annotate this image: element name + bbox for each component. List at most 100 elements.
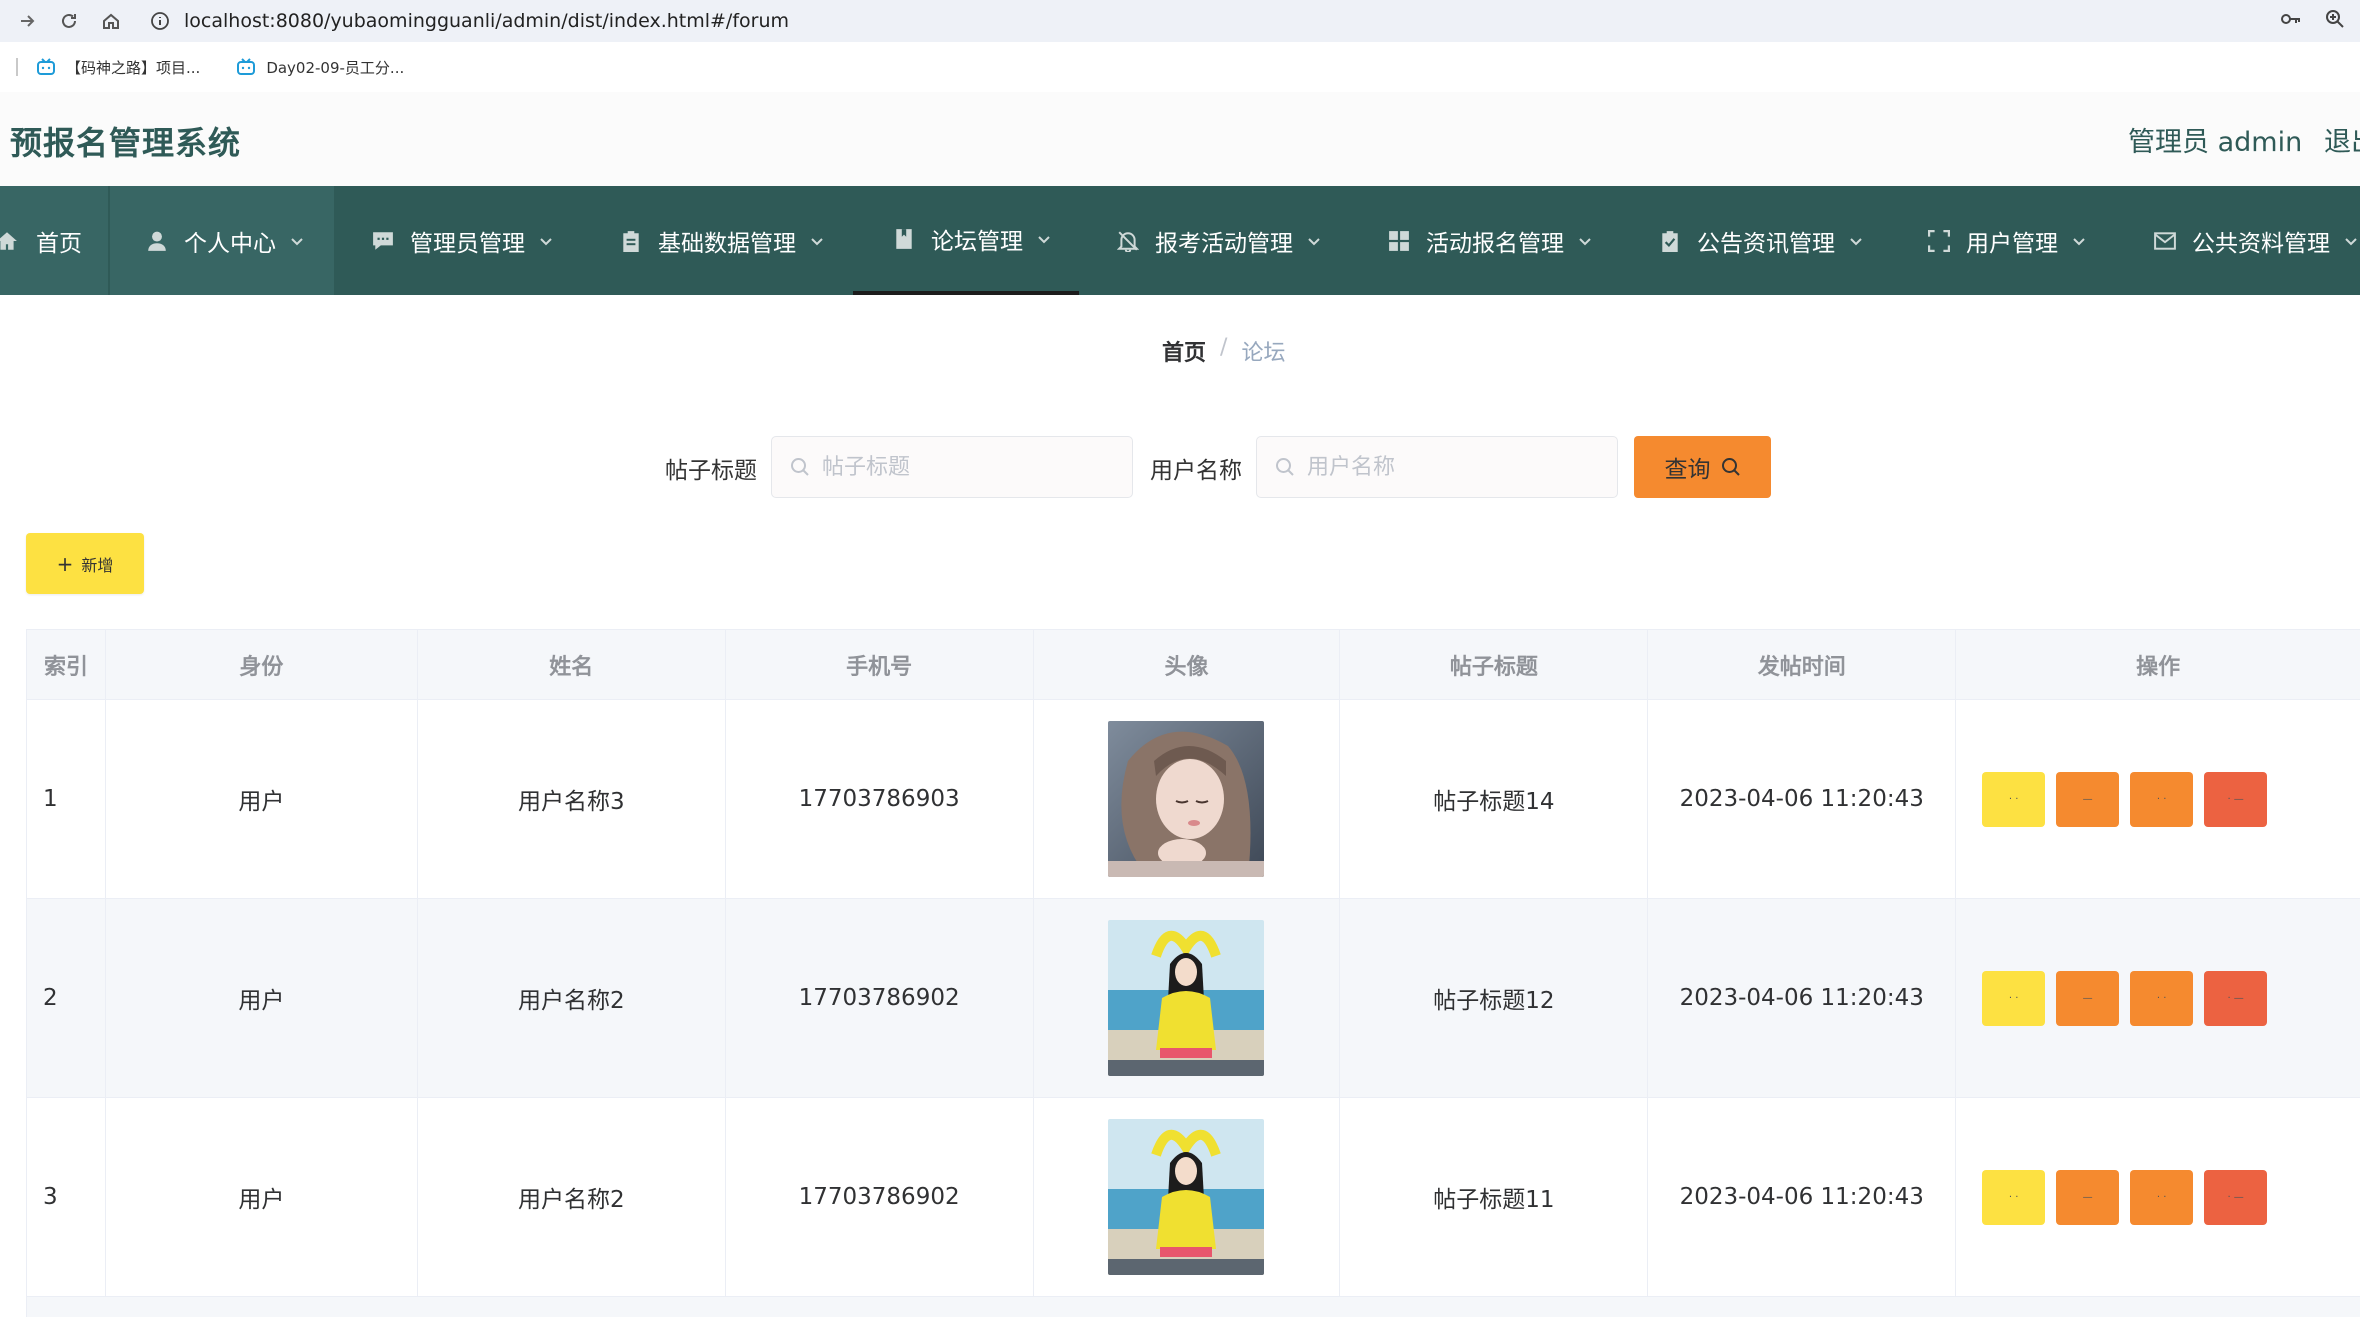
row-index: 1 — [27, 700, 106, 899]
search-icon — [1721, 458, 1740, 476]
avatar[interactable] — [1108, 920, 1265, 1076]
row-phone: 17703786903 — [725, 700, 1034, 899]
plus-icon: + — [56, 551, 74, 576]
search-icon — [1276, 458, 1294, 476]
column-header[interactable]: 头像 — [1033, 630, 1341, 700]
chevron-down-icon — [291, 237, 303, 245]
menu-item-announcements[interactable]: 公告资讯管理 — [1659, 186, 1863, 295]
breadcrumb-home[interactable]: 首页 — [1162, 335, 1206, 367]
menu-item-home[interactable]: 首页 — [0, 186, 108, 295]
column-header[interactable]: 帖子标题 — [1340, 630, 1649, 700]
user-search-field[interactable] — [1256, 436, 1618, 498]
view-replies-button[interactable]: · · — [2130, 1169, 2194, 1225]
checklist-icon — [1662, 230, 1678, 252]
table-header: 索引 身份 姓名 手机号 头像 帖子标题 发帖时间 操作 — [27, 630, 2360, 700]
delete-button[interactable]: · — — [2204, 970, 2268, 1026]
row-post-title: 帖子标题11 — [1340, 1098, 1649, 1297]
edit-button[interactable]: — — [2056, 970, 2120, 1026]
menu-item-label: 基础数据管理 — [658, 230, 796, 257]
bilibili-icon — [37, 58, 55, 75]
column-header[interactable]: 姓名 — [417, 630, 726, 700]
user-search-input[interactable] — [1307, 454, 1587, 480]
row-phone: 17703786902 — [725, 1098, 1034, 1297]
forum-table: 索引 身份 姓名 手机号 头像 帖子标题 发帖时间 操作 1 用户 用户名称3 … — [26, 629, 2360, 1317]
title-search-input[interactable] — [822, 454, 1102, 480]
column-header[interactable]: 发帖时间 — [1648, 630, 1957, 700]
menu-item-base-data[interactable]: 基础数据管理 — [620, 186, 824, 295]
table-row[interactable]: 1 用户 用户名称3 17703786903 帖子标题14 2023-04-06… — [27, 700, 2360, 899]
mail-icon — [2154, 231, 2176, 250]
menu-item-public-resources[interactable]: 公共资料管理 — [2154, 186, 2358, 295]
breadcrumb: 首页 / 论坛 — [1162, 335, 1285, 367]
row-post-title: 帖子标题12 — [1340, 899, 1649, 1098]
top-nav-menu: 首页 个人中心 管理员管理 基础数据管理 论坛管理 报考活动管理 活动报名管理 … — [0, 186, 2360, 295]
menu-item-forum[interactable]: 论坛管理 — [853, 186, 1079, 295]
detail-button[interactable]: · · — [1982, 970, 2046, 1026]
row-index: 2 — [27, 899, 106, 1098]
row-name: 用户名称2 — [417, 899, 726, 1098]
reload-icon[interactable] — [54, 6, 84, 36]
zoom-icon[interactable] — [2324, 8, 2346, 30]
search-icon — [791, 458, 809, 476]
menu-item-activity-signup[interactable]: 活动报名管理 — [1388, 186, 1592, 295]
detail-button[interactable]: · · — [1982, 1169, 2046, 1225]
chevron-down-icon — [1038, 235, 1050, 243]
row-index: 3 — [27, 1098, 106, 1297]
table-row[interactable]: 2 用户 用户名称2 17703786902 帖子标题12 2023-04-06… — [27, 899, 2360, 1098]
chevron-down-icon — [811, 237, 823, 245]
logout-button[interactable]: 退出 — [2324, 120, 2360, 159]
menu-item-label: 论坛管理 — [931, 228, 1023, 255]
chevron-down-icon — [1579, 237, 1591, 245]
edit-button[interactable]: — — [2056, 1169, 2120, 1225]
address-bar[interactable]: localhost:8080/yubaomingguanli/admin/dis… — [150, 4, 2210, 38]
menu-item-label: 管理员管理 — [410, 230, 525, 257]
bookmark-item[interactable]: 【码神之路】项目... — [36, 57, 200, 78]
grid-icon — [1389, 230, 1409, 251]
row-post-time: 2023-04-06 11:20:43 — [1648, 1098, 1957, 1297]
menu-item-exam-activity[interactable]: 报考活动管理 — [1117, 186, 1321, 295]
detail-button[interactable]: · · — [1982, 771, 2046, 827]
beach-photo — [1108, 1119, 1265, 1275]
row-post-time: 2023-04-06 11:20:43 — [1648, 899, 1957, 1098]
title-search-field[interactable] — [771, 436, 1133, 498]
bookmark-item[interactable]: Day02-09-员工分... — [236, 57, 404, 78]
column-header[interactable]: 身份 — [105, 630, 418, 700]
view-replies-button[interactable]: · · — [2130, 970, 2194, 1026]
menu-item-label: 报考活动管理 — [1155, 230, 1293, 257]
delete-button[interactable]: · — — [2204, 1169, 2268, 1225]
avatar[interactable] — [1108, 1119, 1265, 1275]
row-role: 用户 — [105, 899, 418, 1098]
row-name: 用户名称3 — [417, 700, 726, 899]
home-icon[interactable] — [96, 6, 126, 36]
bookmarks-divider — [16, 58, 18, 76]
chat-icon — [373, 231, 393, 250]
menu-item-label: 首页 — [36, 230, 82, 257]
delete-button[interactable]: · — — [2204, 771, 2268, 827]
avatar[interactable] — [1108, 721, 1265, 877]
add-button[interactable]: + 新增 — [26, 533, 144, 594]
title-search-label: 帖子标题 — [665, 458, 757, 484]
column-header[interactable]: 手机号 — [725, 630, 1034, 700]
column-header[interactable]: 索引 — [27, 630, 106, 700]
query-button[interactable]: 查询 — [1634, 436, 1771, 498]
column-header[interactable]: 操作 — [1956, 630, 2360, 700]
forward-icon[interactable] — [12, 6, 42, 36]
chevron-down-icon — [2345, 237, 2357, 245]
table-row[interactable] — [27, 1297, 2360, 1317]
app-title: 预报名管理系统 — [10, 124, 242, 162]
edit-button[interactable]: — — [2056, 771, 2120, 827]
row-avatar-cell — [1033, 899, 1341, 1098]
beach-photo — [1108, 920, 1265, 1076]
table-row[interactable]: 3 用户 用户名称2 17703786902 帖子标题11 2023-04-06… — [27, 1098, 2360, 1297]
menu-item-personal-center[interactable]: 个人中心 — [110, 186, 334, 295]
view-replies-button[interactable]: · · — [2130, 771, 2194, 827]
site-info-icon[interactable] — [150, 11, 170, 31]
menu-item-user-manage[interactable]: 用户管理 — [1928, 186, 2086, 295]
home-icon — [0, 231, 17, 250]
menu-item-admin-manage[interactable]: 管理员管理 — [372, 186, 553, 295]
row-post-time: 2023-04-06 11:20:43 — [1648, 700, 1957, 899]
key-icon[interactable] — [2280, 8, 2302, 30]
menu-item-label: 公共资料管理 — [2192, 230, 2330, 257]
bilibili-icon — [237, 58, 256, 75]
row-avatar-cell — [1033, 700, 1341, 899]
